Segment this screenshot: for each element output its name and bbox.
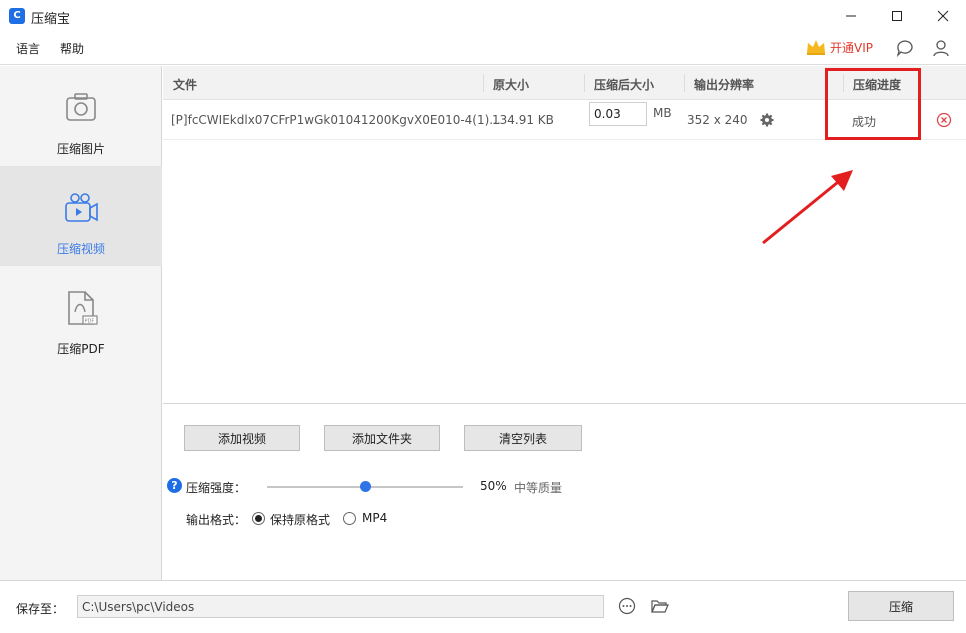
column-output-resolution: 输出分辨率 [694,78,755,92]
target-size-input[interactable] [589,102,647,126]
maximize-button[interactable] [874,0,920,32]
file-name: [P]fcCWIEkdlx07CFrP1wGk01041200KgvX0E010… [171,113,501,127]
sidebar: 压缩图片 压缩视频 PDF 压缩PDF [0,66,162,580]
compress-button[interactable]: 压缩 [848,591,954,621]
pdf-file-icon: PDF [68,291,98,325]
sidebar-item-label: 压缩视频 [56,242,105,256]
vip-label: 开通VIP [830,40,873,55]
strength-slider-thumb[interactable] [359,481,371,492]
close-button[interactable] [920,0,966,32]
sidebar-item-compress-video[interactable]: 压缩视频 [0,166,162,266]
menu-help[interactable]: 帮助 [60,40,84,57]
remove-row-icon[interactable] [936,112,952,128]
column-original-size: 原大小 [493,78,530,92]
save-to-label: 保存至： [16,602,65,616]
svg-text:PDF: PDF [85,319,95,325]
add-video-button[interactable]: 添加视频 [184,425,300,451]
output-resolution: 352 x 240 [687,113,748,127]
sidebar-item-label: 压缩PDF [57,342,105,356]
target-size-unit: MB [653,106,672,120]
user-icon[interactable] [931,38,951,58]
maximize-icon [892,11,902,21]
format-mp4-radio[interactable] [343,512,356,525]
video-camera-icon [65,193,98,222]
open-folder-icon[interactable] [651,598,669,614]
column-divider [584,74,585,92]
save-path-input[interactable] [77,595,604,618]
app-logo-icon: C [9,8,25,24]
column-divider [684,74,685,92]
annotation-arrow [762,170,853,245]
strength-label: 压缩强度： [186,481,247,495]
clear-list-button[interactable]: 清空列表 [464,425,582,451]
vip-button[interactable]: 开通VIP [805,38,873,56]
original-size: 134.91 KB [492,113,554,127]
chat-bubble-icon[interactable] [895,38,915,58]
crown-icon [807,40,825,55]
minimize-icon [846,15,856,17]
column-divider [483,74,484,92]
column-file: 文件 [173,78,198,92]
camera-icon [66,93,96,121]
window-title: 压缩宝 [31,12,71,27]
title-bar: C 压缩宝 [0,0,966,32]
highlight-box [825,68,921,140]
more-options-icon[interactable] [618,597,636,615]
column-compressed-size: 压缩后大小 [594,78,655,92]
format-mp4-label[interactable]: MP4 [362,511,387,525]
quality-text: 中等质量 [514,481,563,495]
sidebar-item-compress-pdf[interactable]: PDF 压缩PDF [0,266,162,366]
menu-language[interactable]: 语言 [16,40,40,57]
gear-icon[interactable] [760,113,774,127]
menu-bar: 语言 帮助 开通VIP [0,32,966,65]
strength-percent: 50% [480,479,507,493]
sidebar-item-label: 压缩图片 [56,142,105,156]
sidebar-item-compress-image[interactable]: 压缩图片 [0,66,162,166]
format-label: 输出格式： [186,513,247,527]
format-keep-radio[interactable] [252,512,265,525]
help-icon[interactable]: ? [167,478,182,493]
format-keep-label[interactable]: 保持原格式 [270,511,330,528]
minimize-button[interactable] [828,0,874,32]
add-folder-button[interactable]: 添加文件夹 [324,425,440,451]
close-icon [937,10,949,22]
